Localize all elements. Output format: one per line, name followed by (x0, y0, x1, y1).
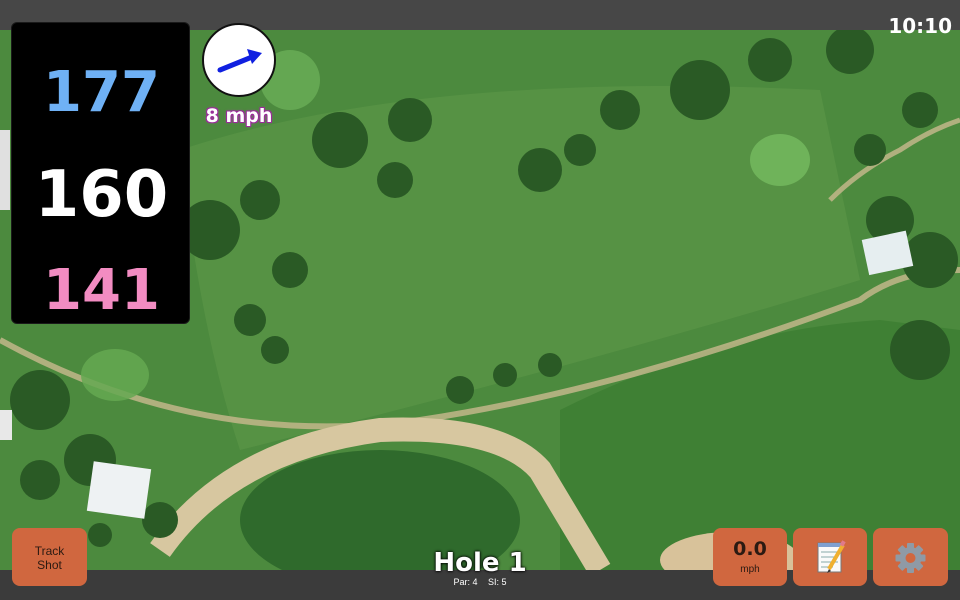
wind-speed-label: 8 mph (205, 105, 273, 127)
track-shot-label-line1: Track (34, 544, 65, 558)
distance-panel: 177 160 141 (11, 22, 190, 324)
hole-title: Hole 1 (433, 548, 527, 578)
wind-indicator (202, 23, 276, 97)
distance-front: 141 (43, 258, 160, 323)
speed-button[interactable]: 0.0 mph (713, 528, 787, 586)
wind-arrow-icon (217, 49, 262, 73)
notepad-icon (817, 540, 846, 573)
hole-par: Par: 4 (453, 577, 478, 587)
hole-stroke-index: SI: 5 (488, 577, 507, 587)
track-shot-label-line2: Shot (37, 558, 62, 572)
track-shot-button[interactable]: Track Shot (12, 528, 87, 586)
distance-center: 160 (34, 158, 169, 232)
settings-button[interactable] (873, 528, 948, 586)
golf-gps-screen: 10:10 177 160 141 8 mph Track Shot Hole … (0, 0, 960, 600)
gear-icon (895, 543, 926, 573)
clock-time: 10:10 (888, 14, 952, 38)
speed-unit: mph (740, 564, 760, 575)
hole-details: Par: 4 SI: 5 (380, 577, 580, 588)
distance-back: 177 (43, 60, 160, 125)
speed-value: 0.0 (733, 538, 767, 560)
notes-button[interactable] (793, 528, 867, 586)
